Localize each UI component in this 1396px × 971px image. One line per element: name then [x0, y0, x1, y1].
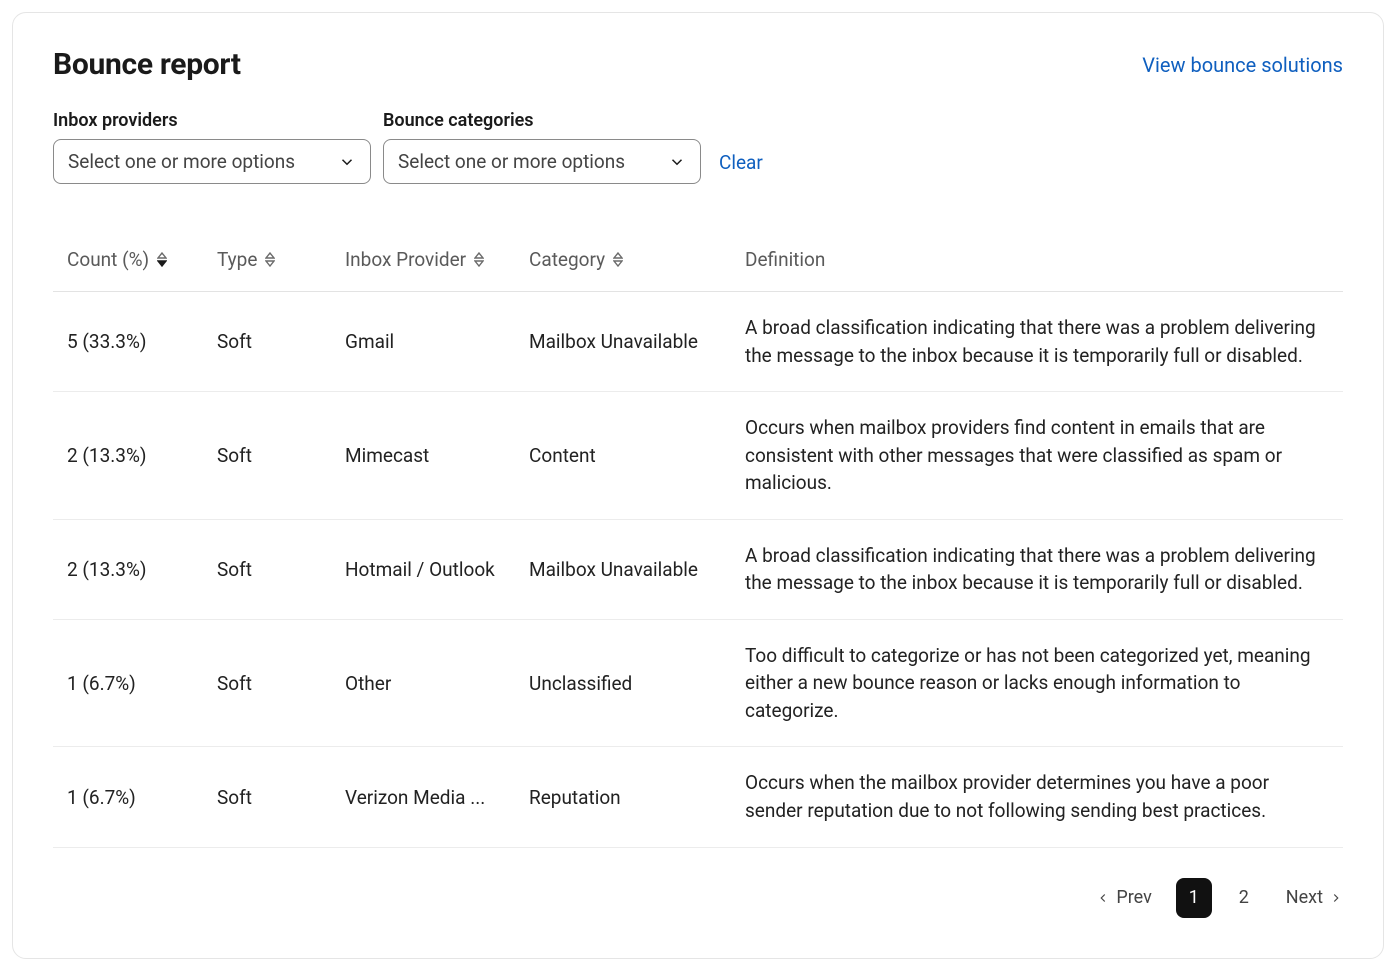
chevron-left-icon [1096, 891, 1110, 905]
column-header-category[interactable]: Category [529, 248, 623, 271]
cell-count: 2 (13.3%) [53, 392, 203, 520]
cell-definition: Occurs when the mailbox provider determi… [731, 747, 1343, 847]
cell-provider: Other [331, 619, 515, 747]
pagination-page-1[interactable]: 1 [1176, 878, 1212, 918]
cell-count: 1 (6.7%) [53, 747, 203, 847]
cell-type: Soft [203, 292, 331, 392]
chevron-down-icon [338, 153, 356, 171]
cell-count: 5 (33.3%) [53, 292, 203, 392]
column-header-type[interactable]: Type [217, 248, 275, 271]
pagination: Prev 12 Next [53, 878, 1343, 918]
cell-definition: Occurs when mailbox providers find conte… [731, 392, 1343, 520]
filter-bounce-categories-label: Bounce categories [383, 110, 701, 131]
column-header-inbox-provider[interactable]: Inbox Provider [345, 248, 484, 271]
table-row: 1 (6.7%)SoftOtherUnclassifiedToo difficu… [53, 619, 1343, 747]
cell-category: Mailbox Unavailable [515, 292, 731, 392]
cell-count: 2 (13.3%) [53, 519, 203, 619]
header-row: Bounce report View bounce solutions [53, 47, 1343, 82]
cell-provider: Verizon Media ... [331, 747, 515, 847]
table-row: 5 (33.3%)SoftGmailMailbox UnavailableA b… [53, 292, 1343, 392]
column-header-definition: Definition [731, 234, 1343, 292]
cell-provider: Gmail [331, 292, 515, 392]
cell-definition: A broad classification indicating that t… [731, 292, 1343, 392]
bounce-categories-select[interactable]: Select one or more options [383, 139, 701, 184]
clear-filters-link[interactable]: Clear [719, 151, 763, 184]
filter-inbox-providers-group: Inbox providers Select one or more optio… [53, 110, 371, 184]
cell-category: Reputation [515, 747, 731, 847]
cell-category: Mailbox Unavailable [515, 519, 731, 619]
cell-definition: Too difficult to categorize or has not b… [731, 619, 1343, 747]
inbox-providers-placeholder: Select one or more options [68, 150, 295, 173]
table-header-row: Count (%) Type [53, 234, 1343, 292]
bounce-table: Count (%) Type [53, 234, 1343, 848]
filter-bounce-categories-group: Bounce categories Select one or more opt… [383, 110, 701, 184]
table-row: 2 (13.3%)SoftMimecastContentOccurs when … [53, 392, 1343, 520]
bounce-report-card: Bounce report View bounce solutions Inbo… [12, 12, 1384, 959]
cell-definition: A broad classification indicating that t… [731, 519, 1343, 619]
page-title: Bounce report [53, 47, 241, 82]
pagination-next[interactable]: Next [1286, 887, 1343, 908]
view-bounce-solutions-link[interactable]: View bounce solutions [1142, 53, 1343, 77]
sort-icon [265, 252, 275, 267]
cell-category: Unclassified [515, 619, 731, 747]
cell-provider: Mimecast [331, 392, 515, 520]
filter-inbox-providers-label: Inbox providers [53, 110, 371, 131]
cell-category: Content [515, 392, 731, 520]
chevron-right-icon [1329, 891, 1343, 905]
inbox-providers-select[interactable]: Select one or more options [53, 139, 371, 184]
table-row: 1 (6.7%)SoftVerizon Media ...ReputationO… [53, 747, 1343, 847]
column-header-count[interactable]: Count (%) [67, 248, 167, 271]
cell-count: 1 (6.7%) [53, 619, 203, 747]
cell-type: Soft [203, 747, 331, 847]
cell-type: Soft [203, 619, 331, 747]
cell-type: Soft [203, 392, 331, 520]
table-row: 2 (13.3%)SoftHotmail / OutlookMailbox Un… [53, 519, 1343, 619]
cell-provider: Hotmail / Outlook [331, 519, 515, 619]
bounce-categories-placeholder: Select one or more options [398, 150, 625, 173]
filters-row: Inbox providers Select one or more optio… [53, 110, 1343, 184]
pagination-numbers: 12 [1176, 878, 1262, 918]
pagination-prev[interactable]: Prev [1096, 887, 1151, 908]
sort-icon [157, 252, 167, 267]
cell-type: Soft [203, 519, 331, 619]
sort-icon [613, 252, 623, 267]
pagination-page-2[interactable]: 2 [1226, 878, 1262, 918]
chevron-down-icon [668, 153, 686, 171]
sort-icon [474, 252, 484, 267]
